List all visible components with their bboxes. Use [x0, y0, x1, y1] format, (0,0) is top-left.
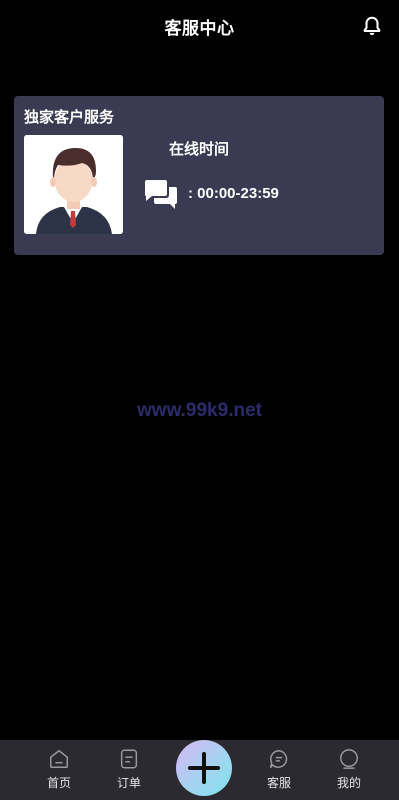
tab-service[interactable]: 客服	[244, 740, 314, 800]
watermark: www.99k9.net	[137, 400, 262, 421]
chat-bubbles-icon[interactable]	[144, 179, 178, 211]
service-card: 独家客户服务 在线时间 : 00:00-23:59	[14, 96, 384, 255]
tab-orders[interactable]: 订单	[94, 740, 164, 800]
profile-icon	[340, 749, 358, 769]
card-title: 独家客户服务	[24, 108, 115, 126]
page-title: 客服中心	[164, 18, 235, 39]
tab-profile[interactable]: 我的	[314, 740, 384, 800]
avatar	[24, 135, 123, 234]
tab-profile-label: 我的	[336, 776, 361, 790]
bell-icon[interactable]	[361, 15, 383, 37]
plus-icon	[188, 752, 220, 784]
chat-icon	[270, 750, 288, 768]
online-time-label: 在线时间	[169, 140, 230, 158]
service-hours: : 00:00-23:59	[188, 185, 279, 202]
tab-orders-label: 订单	[116, 776, 141, 790]
add-button[interactable]	[176, 740, 232, 796]
tab-home-label: 首页	[46, 776, 71, 790]
home-icon	[50, 750, 68, 768]
order-icon	[120, 749, 138, 769]
top-bar: 客服中心	[0, 0, 399, 52]
tab-home[interactable]: 首页	[24, 740, 94, 800]
fab-slot	[164, 740, 244, 800]
tab-service-label: 客服	[266, 776, 291, 790]
bottom-tab-bar: 首页 订单 客服 我的	[0, 740, 399, 800]
